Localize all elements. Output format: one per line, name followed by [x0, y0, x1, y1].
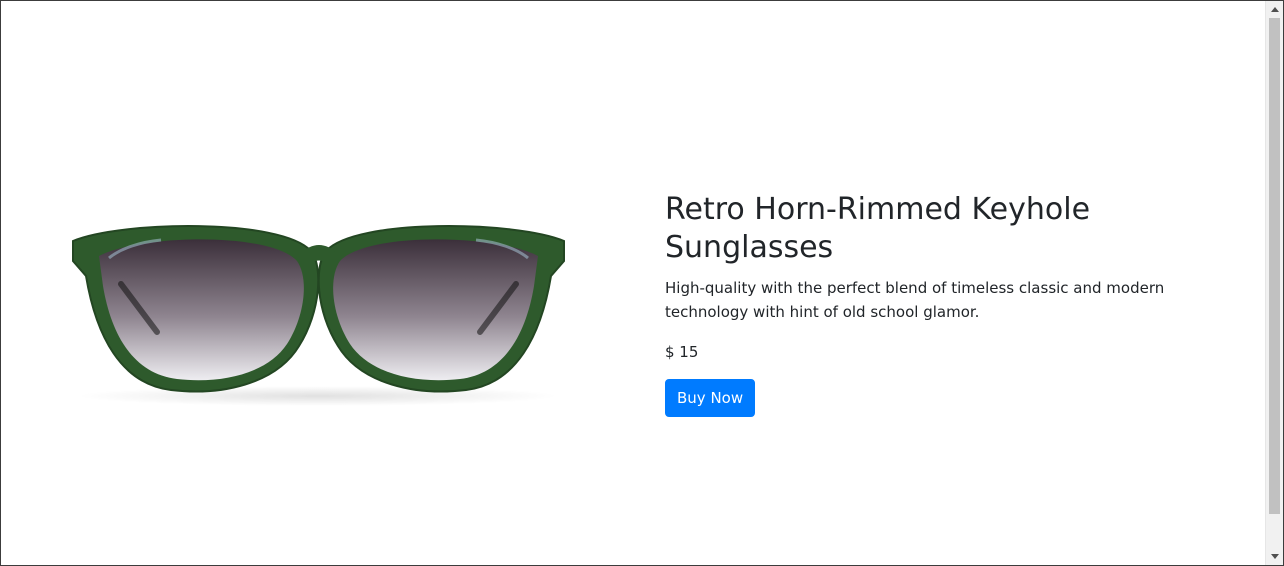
product-price: $ 15 [665, 343, 699, 361]
page-frame: Retro Horn-Rimmed Keyhole Sunglasses Hig… [0, 0, 1284, 566]
product-image [72, 225, 565, 406]
triangle-down-icon[interactable] [1266, 548, 1283, 565]
product-details: Retro Horn-Rimmed Keyhole Sunglasses Hig… [665, 191, 1245, 417]
product-title: Retro Horn-Rimmed Keyhole Sunglasses [665, 192, 1091, 265]
buy-now-button[interactable]: Buy Now [665, 379, 756, 417]
product-description: High-quality with the perfect blend of t… [665, 279, 1165, 321]
vertical-scrollbar[interactable] [1265, 1, 1283, 565]
scrollbar-thumb[interactable] [1269, 18, 1280, 514]
triangle-up-icon[interactable] [1266, 1, 1283, 18]
